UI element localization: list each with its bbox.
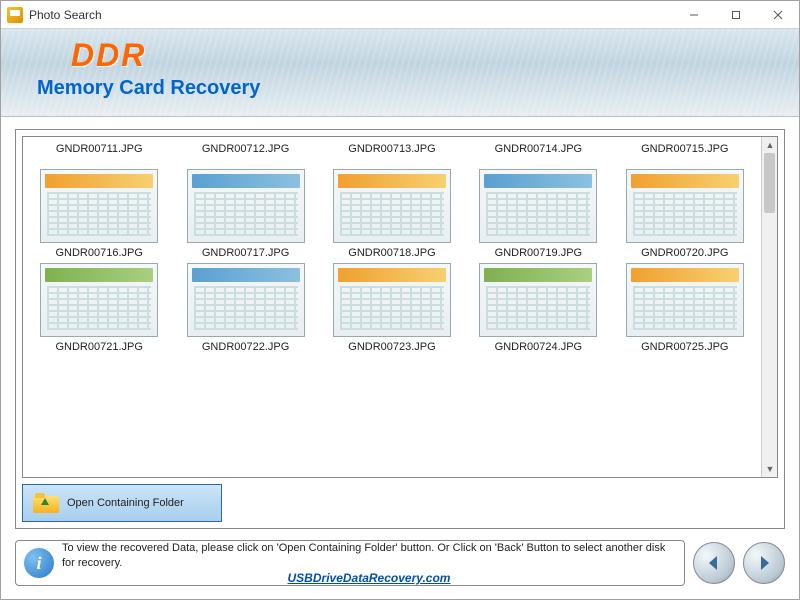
open-containing-folder-button[interactable]: Open Containing Folder xyxy=(22,484,222,522)
arrow-right-icon xyxy=(754,553,774,573)
file-name: GNDR00714.JPG xyxy=(495,143,582,155)
file-name: GNDR00717.JPG xyxy=(202,247,289,259)
info-icon: i xyxy=(24,548,54,578)
file-name: GNDR00711.JPG xyxy=(56,143,143,155)
vertical-scrollbar[interactable]: ▲ ▼ xyxy=(761,137,777,477)
minimize-icon xyxy=(689,10,699,20)
file-name: GNDR00724.JPG xyxy=(495,341,582,353)
thumbnail-icon xyxy=(187,263,305,337)
file-name: GNDR00715.JPG xyxy=(641,143,728,155)
file-item[interactable]: GNDR00718.JPG xyxy=(320,169,464,259)
file-name: GNDR00720.JPG xyxy=(641,247,728,259)
file-item[interactable]: GNDR00712.JPG xyxy=(173,143,317,165)
content-frame: GNDR00711.JPG GNDR00712.JPG GNDR00713.JP… xyxy=(15,129,785,529)
scroll-up-button[interactable]: ▲ xyxy=(762,137,778,153)
thumbnail-icon xyxy=(626,169,744,243)
scroll-down-button[interactable]: ▼ xyxy=(762,461,778,477)
file-name: GNDR00719.JPG xyxy=(495,247,582,259)
back-button[interactable] xyxy=(693,542,735,584)
header-banner: DDR Memory Card Recovery xyxy=(1,29,799,117)
file-name: GNDR00718.JPG xyxy=(348,247,435,259)
window-controls xyxy=(673,1,799,29)
app-window: Photo Search DDR Memory Card Recovery GN… xyxy=(0,0,800,600)
thumbnail-grid: GNDR00711.JPG GNDR00712.JPG GNDR00713.JP… xyxy=(23,137,761,477)
file-name: GNDR00716.JPG xyxy=(55,247,142,259)
app-subtitle: Memory Card Recovery xyxy=(37,77,260,100)
file-name: GNDR00721.JPG xyxy=(55,341,142,353)
file-name: GNDR00725.JPG xyxy=(641,341,728,353)
close-button[interactable] xyxy=(757,1,799,29)
file-item[interactable]: GNDR00713.JPG xyxy=(320,143,464,165)
forward-button[interactable] xyxy=(743,542,785,584)
file-item[interactable]: GNDR00724.JPG xyxy=(466,263,610,353)
thumbnail-icon xyxy=(40,263,158,337)
logo-text: DDR xyxy=(71,37,146,74)
website-url: USBDriveDataRecovery.com xyxy=(62,571,676,585)
file-item[interactable]: GNDR00723.JPG xyxy=(320,263,464,353)
window-title: Photo Search xyxy=(29,8,673,22)
arrow-left-icon xyxy=(704,553,724,573)
thumbnail-icon xyxy=(187,169,305,243)
thumbnail-icon xyxy=(479,169,597,243)
file-item[interactable]: GNDR00717.JPG xyxy=(173,169,317,259)
footer-bar: i To view the recovered Data, please cli… xyxy=(15,537,785,589)
file-name: GNDR00712.JPG xyxy=(202,143,289,155)
thumbnail-icon xyxy=(626,263,744,337)
file-item[interactable]: GNDR00711.JPG xyxy=(27,143,171,165)
titlebar: Photo Search xyxy=(1,1,799,29)
open-folder-label: Open Containing Folder xyxy=(67,497,184,509)
close-icon xyxy=(773,10,783,20)
thumbnail-icon xyxy=(479,263,597,337)
file-item[interactable]: GNDR00719.JPG xyxy=(466,169,610,259)
file-item[interactable]: GNDR00715.JPG xyxy=(613,143,757,165)
file-name: GNDR00722.JPG xyxy=(202,341,289,353)
maximize-button[interactable] xyxy=(715,1,757,29)
hint-text: To view the recovered Data, please click… xyxy=(62,541,676,570)
file-name: GNDR00723.JPG xyxy=(348,341,435,353)
hint-box: i To view the recovered Data, please cli… xyxy=(15,540,685,586)
hint-content: To view the recovered Data, please click… xyxy=(62,541,676,585)
minimize-button[interactable] xyxy=(673,1,715,29)
thumbnail-icon xyxy=(40,169,158,243)
file-item[interactable]: GNDR00722.JPG xyxy=(173,263,317,353)
file-item[interactable]: GNDR00721.JPG xyxy=(27,263,171,353)
file-name: GNDR00713.JPG xyxy=(348,143,435,155)
thumbnail-icon xyxy=(333,263,451,337)
scroll-thumb[interactable] xyxy=(764,153,775,213)
app-icon xyxy=(7,7,23,23)
maximize-icon xyxy=(731,10,741,20)
file-item[interactable]: GNDR00725.JPG xyxy=(613,263,757,353)
file-item[interactable]: GNDR00716.JPG xyxy=(27,169,171,259)
folder-icon xyxy=(33,493,59,513)
thumbnail-icon xyxy=(333,169,451,243)
file-item[interactable]: GNDR00720.JPG xyxy=(613,169,757,259)
file-item[interactable]: GNDR00714.JPG xyxy=(466,143,610,165)
thumbnail-area: GNDR00711.JPG GNDR00712.JPG GNDR00713.JP… xyxy=(22,136,778,478)
